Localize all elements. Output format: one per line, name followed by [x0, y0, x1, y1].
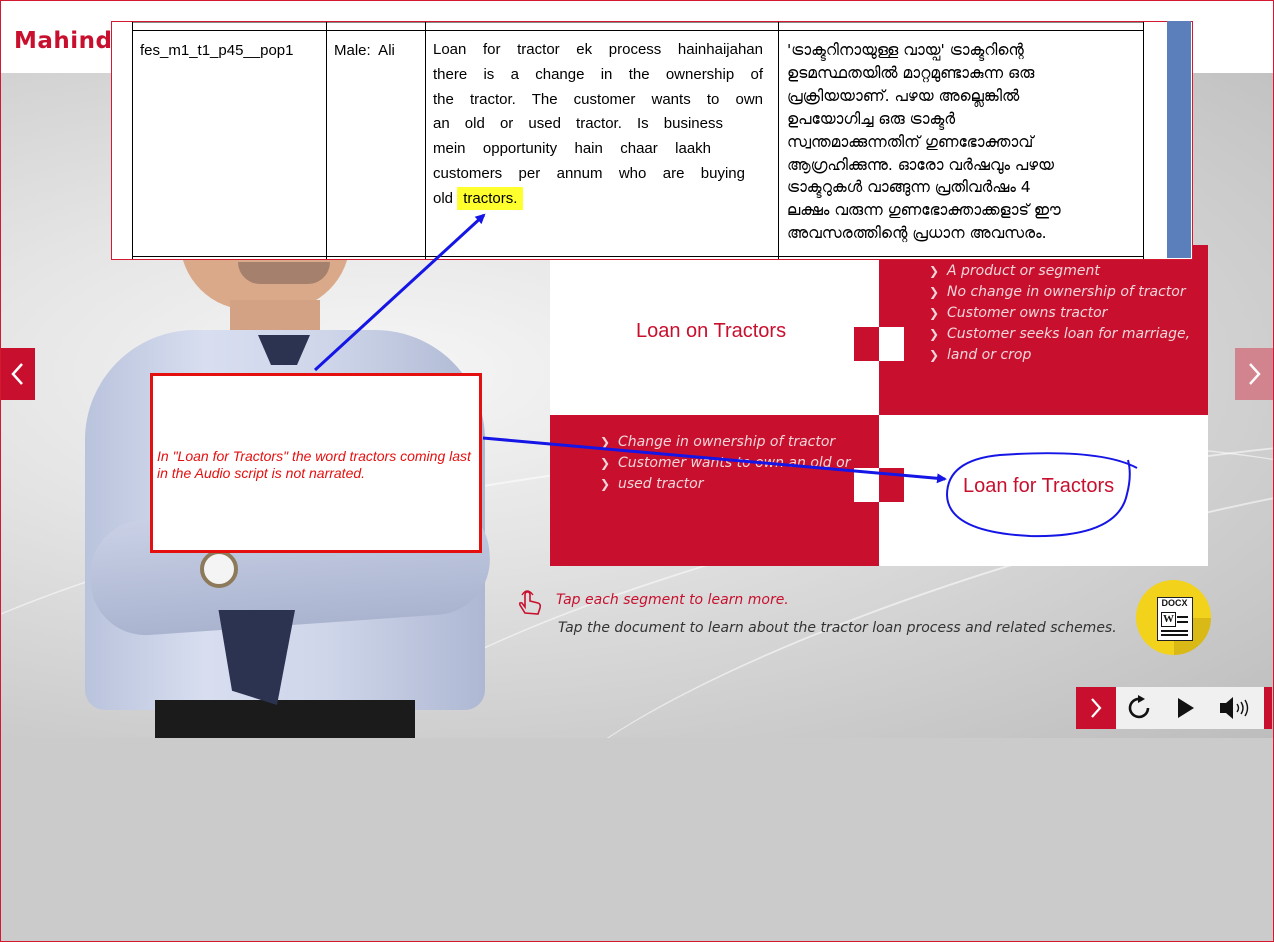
docx-document-button[interactable]: DOCX W [1136, 580, 1211, 655]
bullet-item: No change in ownership of tractor [929, 282, 1190, 303]
script-line: customers per annum who are buying [433, 164, 745, 182]
player-controls [1076, 687, 1272, 729]
script-line: the tractor. The customer wants to own [433, 90, 763, 108]
malayalam-line: ലക്ഷം വരുന്ന ഗുണഭോക്താക്കളാട് ഈ [787, 201, 1061, 220]
segment-loan-on-tractors[interactable]: Loan on Tractors [550, 245, 879, 415]
play-icon [1178, 698, 1194, 718]
row-id-cell: fes_m1_t1_p45__pop1 [140, 42, 294, 59]
speaker-cell: Male: Ali [334, 42, 395, 59]
replay-button[interactable] [1118, 687, 1162, 729]
volume-bar[interactable] [1264, 687, 1272, 729]
script-line-last: old tractors. [433, 186, 763, 212]
script-line: Loan for tractor ek process hainhaijahan [433, 41, 763, 58]
bullet-list: A product or segment No change in owners… [929, 261, 1190, 366]
replay-icon [1128, 695, 1150, 719]
highlighted-word: tractors. [457, 186, 524, 210]
segment-loan-on-tractors-details: A product or segment No change in owners… [879, 245, 1208, 415]
bullet-item: Customer seeks loan for marriage, [929, 324, 1190, 345]
chevron-right-icon [1091, 698, 1102, 718]
english-script-cell: Loan for tractor ek process hainhaijahan… [433, 38, 763, 212]
docx-label: DOCX [1161, 598, 1188, 608]
segment-loan-for-tractors-details: Change in ownership of tractor Customer … [550, 415, 879, 566]
review-comment-text: In "Loan for Tractors" the word tractors… [157, 448, 471, 481]
bullet-list: Change in ownership of tractor Customer … [600, 432, 850, 495]
overlay-scroll-edge [1167, 21, 1191, 258]
segment-title: Loan on Tractors [636, 320, 787, 342]
connector-tile [879, 468, 904, 502]
review-table-overlay: fes_m1_t1_p45__pop1 Male: Ali Loan for t… [111, 21, 1193, 260]
segment-title: Loan for Tractors [963, 475, 1115, 497]
volume-button[interactable] [1210, 687, 1262, 729]
tap-document-hint: Tap the document to learn about the trac… [558, 620, 1117, 636]
volume-icon [1220, 697, 1249, 719]
bullet-item: used tractor [600, 474, 850, 495]
tap-segment-hint: Tap each segment to learn more. [556, 592, 789, 608]
connector-tile [879, 327, 904, 361]
review-comment-box: In "Loan for Tractors" the word tractors… [150, 373, 482, 553]
bullet-item: land or crop [929, 345, 1190, 366]
chevron-right-icon [1249, 363, 1261, 385]
script-line: mein opportunity hain chaar laakh [433, 140, 711, 158]
malayalam-line: പ്രക്രിയയാണ്. പഴയ അല്ലെങ്കിൽ [787, 86, 1020, 105]
malayalam-line: 'ട്രാക്ടറിനായുള്ള വായ്പ' ട്രാക്ടറിന്റെ [787, 41, 1024, 59]
next-slide-button[interactable] [1235, 348, 1273, 400]
malayalam-line: ഉടമസ്ഥതയിൽ മാറ്റമുണ്ടാകുന്ന ഒരു [787, 63, 1035, 82]
connector-tile [854, 327, 879, 361]
malayalam-line: സ്വന്തമാക്കുന്നതിന് ഗുണഭോക്താവ് [787, 132, 1034, 151]
bullet-item: A product or segment [929, 261, 1190, 282]
bullet-item: Change in ownership of tractor [600, 432, 850, 453]
chevron-left-icon [11, 363, 23, 385]
malayalam-line: അവസരത്തിന്റെ പ്രധാന അവസരം. [787, 224, 1047, 243]
segment-loan-for-tractors[interactable]: Loan for Tractors [879, 415, 1208, 566]
bullet-item: Customer wants to own an old or [600, 453, 850, 474]
play-button[interactable] [1164, 687, 1208, 729]
script-line: there is a change in the ownership of [433, 65, 763, 83]
script-line: an old or used tractor. Is business [433, 115, 723, 133]
word-glyph: W [1161, 612, 1176, 627]
lower-blank-area [1, 738, 1273, 941]
connector-tile [854, 468, 879, 502]
previous-slide-button[interactable] [1, 348, 35, 400]
malayalam-script-cell: 'ട്രാക്ടറിനായുള്ള വായ്പ' ട്രാക്ടറിന്റെ ഉ… [787, 39, 1135, 245]
malayalam-line: ആഗ്രഹിക്കുന്നു. ഓരോ വർഷവും പഴയ [787, 155, 1054, 174]
malayalam-line: ട്രാക്ടറുകൾ വാങ്ങുന്ന പ്രതിവർഷം 4 [787, 178, 1031, 197]
tap-hand-icon [518, 590, 542, 615]
bullet-item: Customer owns tractor [929, 303, 1190, 324]
malayalam-line: ഉപയോഗിച്ച ഒരു ട്രാക്ടർ [787, 109, 956, 128]
next-button[interactable] [1076, 687, 1116, 729]
